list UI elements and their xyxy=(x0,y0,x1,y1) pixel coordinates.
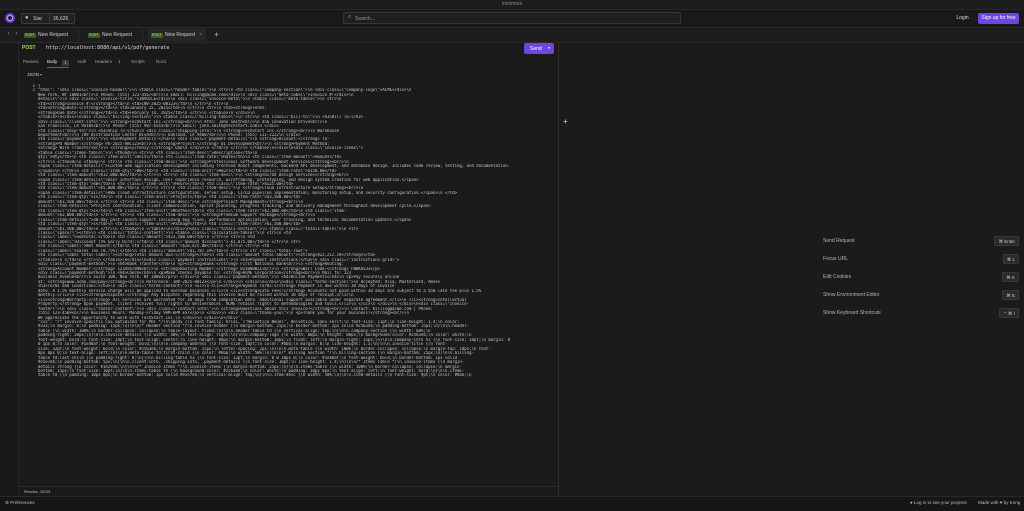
crosshair-cursor-icon: + xyxy=(563,117,568,126)
request-tab-2[interactable]: POST New Request xyxy=(85,29,143,41)
line-number-gutter: 1 2 xyxy=(19,84,35,484)
new-tab-plus-icon[interactable]: + xyxy=(212,30,221,40)
app-logo-icon[interactable] xyxy=(5,13,15,23)
shortcut-label: Send Request xyxy=(823,238,855,244)
github-icon: ● xyxy=(25,15,29,21)
tab-name: New Request xyxy=(165,32,196,38)
body-count-badge: 1 xyxy=(62,60,69,66)
headers-count-badge: 1 xyxy=(118,59,121,64)
login-hint: ● Log in to see your projects xyxy=(910,500,967,505)
preferences-button[interactable]: ⚙ Preferences xyxy=(5,500,35,506)
chevron-down-icon[interactable]: ▾ xyxy=(40,72,42,77)
github-star-button[interactable]: ● Star 36,626 xyxy=(21,13,75,24)
line-number: 2 xyxy=(32,88,35,93)
shortcut-environment-editor: Show Environment Editor ⌘ E xyxy=(823,290,1019,300)
tab-name: New Request xyxy=(102,32,133,38)
search-input[interactable]: ⌕ Search... xyxy=(343,12,681,24)
code-content[interactable]: { "html": "<div class=\"invoice-header\"… xyxy=(38,84,554,484)
forward-arrow-icon[interactable]: › xyxy=(13,31,20,39)
method-badge: POST xyxy=(151,32,163,38)
search-placeholder: Search... xyxy=(355,15,376,22)
preferences-label: Preferences xyxy=(10,500,35,505)
shortcut-keys: ⌘ L xyxy=(1002,254,1019,264)
code-line: table td {\n padding: 10px 8px;\n border… xyxy=(38,373,472,378)
method-select[interactable]: POST xyxy=(22,45,36,51)
send-button[interactable]: Send ▾ xyxy=(524,43,554,54)
tab-scripts[interactable]: Scripts xyxy=(131,59,145,68)
made-with-label: Made with ♥ by Kong xyxy=(978,500,1021,505)
search-icon: ⌕ xyxy=(348,14,352,20)
login-button[interactable]: Login xyxy=(951,13,974,24)
request-tab-1[interactable]: POST New Request xyxy=(21,29,79,41)
tab-name: New Request xyxy=(38,32,69,38)
results-bar[interactable]: Results: JSON xyxy=(19,486,558,496)
shortcut-keys: ⌘ E xyxy=(1002,290,1019,300)
method-badge: POST xyxy=(24,32,36,38)
window-title: Insomnia xyxy=(501,1,523,7)
method-badge: POST xyxy=(88,32,100,38)
status-bar xyxy=(0,496,1024,511)
tab-headers[interactable]: Headers xyxy=(95,59,112,68)
send-label: Send xyxy=(530,45,542,52)
shortcut-edit-cookies: Edit Cookies ⌘ K xyxy=(823,272,1019,282)
tab-auth[interactable]: Auth xyxy=(77,59,86,68)
close-icon[interactable]: × xyxy=(199,32,202,38)
shortcut-keys: ⌘ K xyxy=(1002,272,1019,282)
shortcut-label: Show Keyboard Shortcuts xyxy=(823,310,881,316)
shortcut-keys: ⌘ Enter xyxy=(994,236,1019,246)
body-type-select[interactable]: JSON xyxy=(27,72,39,77)
url-input[interactable]: http://localhost:8080/api/v1/pdf/generat… xyxy=(46,45,169,51)
tab-docs[interactable]: Docs xyxy=(156,59,166,68)
star-count: 36,626 xyxy=(53,16,69,22)
back-arrow-icon[interactable]: ‹ xyxy=(5,31,12,39)
tab-params[interactable]: Params xyxy=(23,59,39,68)
title-bar: Insomnia xyxy=(0,0,1024,10)
shortcut-label: Show Environment Editor xyxy=(823,292,880,298)
shortcut-label: Edit Cookies xyxy=(823,274,852,280)
response-panel xyxy=(559,43,1024,495)
shortcut-keys: ⌃ ⌘ / xyxy=(998,308,1019,318)
shortcut-send-request: Send Request ⌘ Enter xyxy=(823,236,1019,246)
left-sidebar xyxy=(0,43,19,496)
chevron-down-icon[interactable]: ▾ xyxy=(548,45,550,50)
shortcut-keyboard-shortcuts: Show Keyboard Shortcuts ⌃ ⌘ / xyxy=(823,308,1019,318)
request-tab-3[interactable]: POST New Request × xyxy=(148,29,206,41)
signup-button[interactable]: Sign up for free xyxy=(978,13,1019,24)
shortcut-label: Focus URL xyxy=(823,256,849,262)
login-hint-text: Log in to see your projects xyxy=(913,500,967,505)
active-tab-indicator xyxy=(47,67,69,68)
shortcut-focus-url: Focus URL ⌘ L xyxy=(823,254,1019,264)
star-label: Star xyxy=(33,16,43,22)
results-label: Results: JSON xyxy=(24,489,51,494)
